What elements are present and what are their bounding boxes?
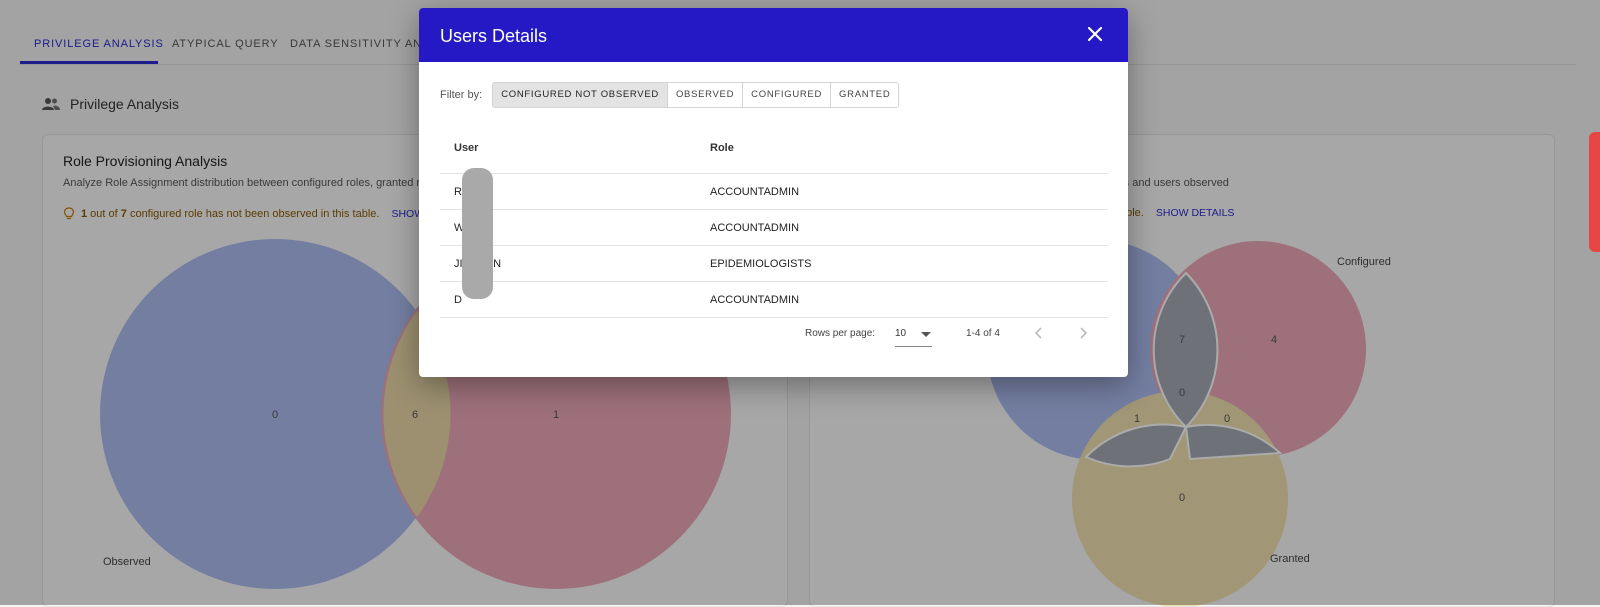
filter-configured-not-observed[interactable]: CONFIGURED NOT OBSERVED bbox=[493, 83, 667, 107]
table-header: User Role bbox=[440, 123, 1108, 174]
table-row[interactable]: JI N EPIDEMIOLOGISTS bbox=[440, 246, 1108, 282]
close-icon[interactable] bbox=[1084, 23, 1106, 45]
filter-bar: Filter by: CONFIGURED NOT OBSERVED OBSER… bbox=[440, 82, 900, 108]
role-cell: ACCOUNTADMIN bbox=[710, 186, 800, 198]
user-cell: R bbox=[454, 186, 462, 198]
table-row[interactable]: W ACCOUNTADMIN bbox=[440, 210, 1108, 246]
feedback-side-tab[interactable] bbox=[1589, 132, 1600, 252]
role-cell: ACCOUNTADMIN bbox=[710, 294, 800, 306]
rows-per-page-value: 10 bbox=[895, 328, 907, 339]
column-header-role[interactable]: Role bbox=[710, 142, 734, 154]
dialog-title: Users Details bbox=[440, 26, 548, 46]
page: PRIVILEGE ANALYSIS ATYPICAL QUERY DATA S… bbox=[0, 0, 1600, 607]
table-row[interactable]: D ACCOUNTADMIN bbox=[440, 282, 1108, 318]
rows-per-page-label: Rows per page: bbox=[805, 328, 876, 339]
user-cell: D bbox=[454, 294, 462, 306]
filter-observed[interactable]: OBSERVED bbox=[666, 83, 743, 107]
filter-configured[interactable]: CONFIGURED bbox=[742, 83, 831, 107]
redaction-block bbox=[462, 168, 493, 299]
chevron-right-icon[interactable] bbox=[1075, 325, 1091, 341]
dialog-header: Users Details bbox=[419, 8, 1128, 62]
users-table: User Role R ACCOUNTADMIN W ACCOUNTADMIN … bbox=[440, 123, 1108, 318]
table-pagination: Rows per page: 10 1-4 of 4 bbox=[419, 320, 1128, 350]
table-row[interactable]: R ACCOUNTADMIN bbox=[440, 174, 1108, 210]
rows-per-page-select[interactable]: 10 bbox=[895, 324, 932, 347]
role-cell: EPIDEMIOLOGISTS bbox=[710, 258, 812, 270]
chevron-left-icon[interactable] bbox=[1031, 325, 1047, 341]
filter-label: Filter by: bbox=[440, 89, 483, 101]
users-details-dialog: Users Details Filter by: CONFIGURED NOT … bbox=[419, 8, 1128, 377]
column-header-user[interactable]: User bbox=[454, 142, 478, 154]
chevron-down-icon bbox=[921, 332, 931, 337]
filter-toggle-group: CONFIGURED NOT OBSERVED OBSERVED CONFIGU… bbox=[492, 82, 900, 108]
pagination-range: 1-4 of 4 bbox=[966, 328, 1000, 339]
role-cell: ACCOUNTADMIN bbox=[710, 222, 800, 234]
filter-granted[interactable]: GRANTED bbox=[830, 83, 899, 107]
